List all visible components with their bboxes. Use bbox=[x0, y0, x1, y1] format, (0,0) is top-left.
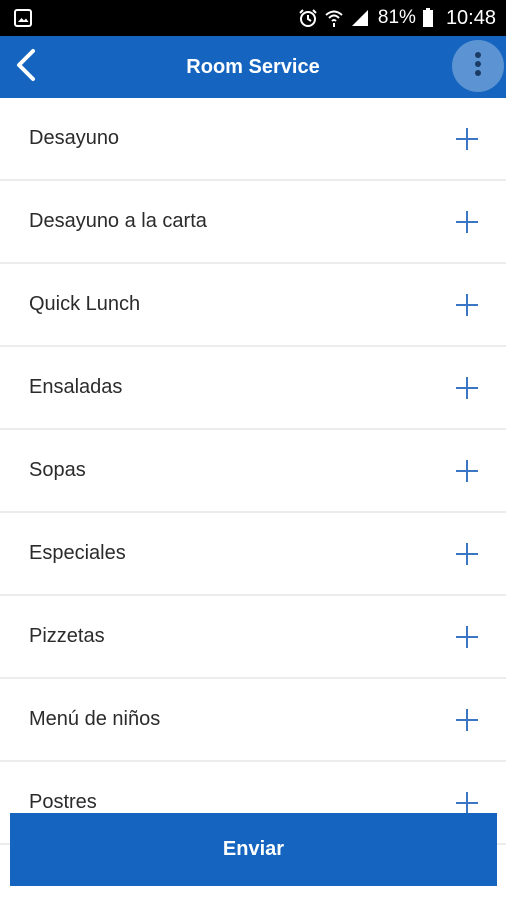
category-list: Desayuno Desayuno a la carta Quick Lunch… bbox=[0, 98, 506, 900]
category-label: Sopas bbox=[29, 459, 86, 481]
plus-icon[interactable] bbox=[455, 376, 479, 400]
signal-icon bbox=[350, 8, 370, 28]
category-label: Pizzetas bbox=[29, 625, 105, 647]
status-time: 10:48 bbox=[445, 6, 496, 29]
alarm-icon bbox=[298, 8, 318, 28]
plus-icon[interactable] bbox=[455, 127, 479, 151]
category-item-sopas[interactable]: Sopas bbox=[0, 430, 506, 513]
app-bar: Room Service bbox=[0, 36, 506, 98]
screen: 81% 10:48 Room Service Desayuno Desayuno… bbox=[0, 0, 506, 900]
status-bar: 81% 10:48 bbox=[0, 0, 506, 36]
wifi-icon bbox=[324, 8, 344, 28]
category-label: Desayuno a la carta bbox=[29, 210, 207, 232]
back-arrow-icon bbox=[14, 48, 38, 87]
category-label: Ensaladas bbox=[29, 376, 123, 398]
category-item-quick-lunch[interactable]: Quick Lunch bbox=[0, 264, 506, 347]
category-label: Quick Lunch bbox=[29, 293, 141, 315]
plus-icon[interactable] bbox=[455, 293, 479, 317]
category-label: Desayuno bbox=[29, 127, 120, 149]
send-button[interactable]: Enviar bbox=[10, 813, 497, 886]
category-item-menu-de-ninos[interactable]: Menú de niños bbox=[0, 679, 506, 762]
more-vert-icon bbox=[474, 51, 482, 82]
category-item-ensaladas[interactable]: Ensaladas bbox=[0, 347, 506, 430]
status-icons: 81% 10:48 bbox=[298, 0, 496, 36]
page-title: Room Service bbox=[186, 56, 320, 78]
category-label: Menú de niños bbox=[29, 708, 161, 730]
category-label: Especiales bbox=[29, 542, 126, 564]
back-button[interactable] bbox=[6, 47, 46, 87]
battery-icon bbox=[422, 8, 434, 28]
category-item-desayuno[interactable]: Desayuno bbox=[0, 98, 506, 181]
category-item-pizzetas[interactable]: Pizzetas bbox=[0, 596, 506, 679]
gallery-icon bbox=[14, 9, 32, 27]
plus-icon[interactable] bbox=[455, 625, 479, 649]
battery-percent: 81% bbox=[377, 7, 416, 28]
category-item-especiales[interactable]: Especiales bbox=[0, 513, 506, 596]
plus-icon[interactable] bbox=[455, 210, 479, 234]
plus-icon[interactable] bbox=[455, 708, 479, 732]
plus-icon[interactable] bbox=[455, 459, 479, 483]
plus-icon[interactable] bbox=[455, 791, 479, 815]
category-item-desayuno-a-la-carta[interactable]: Desayuno a la carta bbox=[0, 181, 506, 264]
overflow-menu-button[interactable] bbox=[452, 40, 504, 92]
plus-icon[interactable] bbox=[455, 542, 479, 566]
